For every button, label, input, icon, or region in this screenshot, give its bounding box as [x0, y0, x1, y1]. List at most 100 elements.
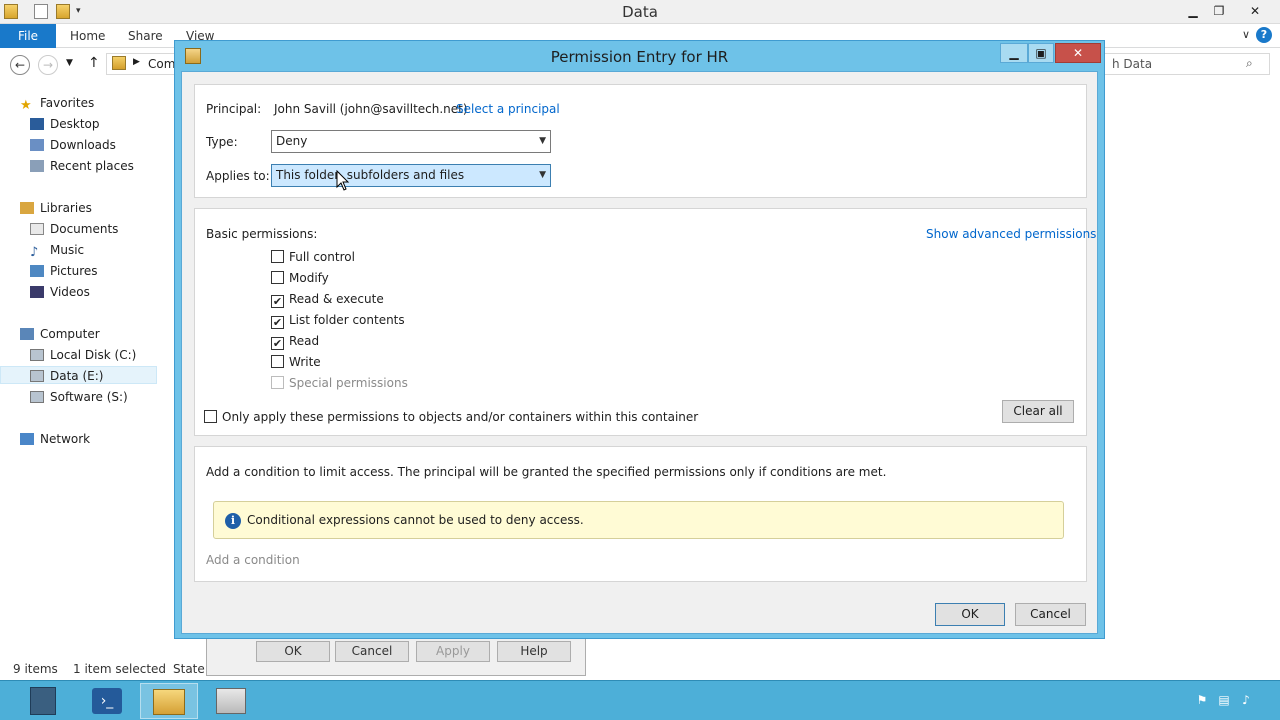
permission-checkbox — [271, 376, 284, 389]
nav-favorites[interactable]: ★ Favorites — [20, 94, 95, 113]
nav-local-disk[interactable]: Local Disk (C:) — [30, 346, 136, 364]
permission-row[interactable]: ✔ List folder contents — [271, 312, 405, 329]
action-center-icon[interactable]: ⚑ — [1194, 693, 1210, 709]
videos-icon — [30, 286, 44, 298]
permission-row[interactable]: Write — [271, 354, 321, 370]
nav-desktop[interactable]: Desktop — [30, 115, 100, 133]
dialog-maximize-button[interactable]: ▣ — [1028, 43, 1054, 63]
properties-window-icon — [216, 688, 246, 714]
show-advanced-permissions-link[interactable]: Show advanced permissions — [926, 227, 1096, 241]
permission-label: Read — [289, 334, 320, 348]
info-icon: i — [225, 513, 241, 529]
basic-permissions-label: Basic permissions: — [206, 227, 318, 241]
network-status-icon[interactable]: ▤ — [1216, 693, 1232, 709]
type-select[interactable]: Deny ▼ — [271, 130, 551, 153]
nav-software-drive[interactable]: Software (S:) — [30, 388, 128, 406]
permission-label: Full control — [289, 250, 355, 264]
nav-videos[interactable]: Videos — [30, 283, 90, 301]
nav-documents[interactable]: Documents — [30, 220, 118, 238]
permission-row[interactable]: ✔ Read & execute — [271, 291, 384, 308]
selection-count: 1 item selected — [73, 662, 167, 676]
dialog-minimize-button[interactable]: ▁ — [1000, 43, 1028, 63]
nav-label: Favorites — [40, 96, 95, 110]
permission-checkbox[interactable]: ✔ — [271, 316, 284, 329]
folder-properties-taskbar-button[interactable] — [202, 683, 260, 719]
nav-label: Libraries — [40, 201, 92, 215]
volume-icon[interactable]: ♪ — [1238, 693, 1254, 709]
drive-icon — [30, 370, 44, 382]
up-button[interactable]: ↑ — [88, 55, 100, 71]
permission-checkbox[interactable] — [271, 250, 284, 263]
permission-row[interactable]: Full control — [271, 249, 355, 265]
minimize-button[interactable]: ▁ — [1180, 2, 1206, 20]
chevron-down-icon: ▼ — [539, 136, 546, 146]
back-button[interactable]: ← — [10, 55, 30, 75]
taskbar: ›_ ⚑ ▤ ♪ — [0, 680, 1280, 720]
nav-computer[interactable]: Computer — [20, 325, 100, 343]
nav-data-drive[interactable]: Data (E:) — [0, 366, 157, 384]
music-icon: ♪ — [30, 245, 39, 260]
dialog-title: Permission Entry for HR — [550, 48, 729, 66]
bg-help-button[interactable]: Help — [497, 641, 571, 662]
permission-entry-dialog: Permission Entry for HR ▁ ▣ ✕ Principal:… — [174, 40, 1105, 639]
select-principal-link[interactable]: Select a principal — [456, 102, 560, 116]
help-icon[interactable]: ? — [1256, 27, 1272, 43]
tab-file[interactable]: File — [0, 24, 56, 48]
bg-ok-button[interactable]: OK — [256, 641, 330, 662]
nav-downloads[interactable]: Downloads — [30, 136, 116, 154]
chevron-right-icon[interactable]: ▶ — [133, 57, 140, 67]
close-button[interactable]: ✕ — [1242, 2, 1268, 20]
dialog-titlebar[interactable]: Permission Entry for HR ▁ ▣ ✕ — [175, 41, 1104, 71]
nav-label: Computer — [40, 327, 100, 341]
permission-checkbox[interactable]: ✔ — [271, 295, 284, 308]
permission-label: Read & execute — [289, 292, 384, 306]
nav-pictures[interactable]: Pictures — [30, 262, 98, 280]
add-condition-link[interactable]: Add a condition — [206, 553, 300, 567]
forward-button[interactable]: → — [38, 55, 58, 75]
bg-apply-button[interactable]: Apply — [416, 641, 490, 662]
recent-locations-icon[interactable]: ▼ — [66, 58, 73, 68]
info-message-bar: i Conditional expressions cannot be used… — [213, 501, 1064, 539]
ok-button[interactable]: OK — [935, 603, 1005, 626]
nav-music[interactable]: ♪ Music — [30, 241, 84, 260]
drive-icon — [30, 349, 44, 361]
clear-all-button[interactable]: Clear all — [1002, 400, 1074, 423]
permissions-group: Basic permissions: Show advanced permiss… — [194, 208, 1096, 436]
permission-row[interactable]: Modify — [271, 270, 329, 286]
restore-button[interactable]: ❐ — [1206, 2, 1232, 20]
permission-checkbox[interactable]: ✔ — [271, 337, 284, 350]
tab-home[interactable]: Home — [70, 29, 105, 43]
nav-network[interactable]: Network — [20, 430, 90, 448]
nav-recent-places[interactable]: Recent places — [30, 157, 134, 175]
cancel-button[interactable]: Cancel — [1015, 603, 1086, 626]
applies-to-label: Applies to: — [206, 169, 270, 183]
address-text[interactable]: Com — [148, 57, 175, 71]
state-label: State: — [173, 662, 209, 676]
powershell-taskbar-button[interactable]: ›_ — [78, 683, 136, 719]
permission-checkbox[interactable] — [271, 355, 284, 368]
permission-label: Special permissions — [289, 376, 408, 390]
permission-checkbox[interactable] — [271, 271, 284, 284]
nav-label: Local Disk (C:) — [50, 348, 137, 362]
nav-libraries[interactable]: Libraries — [20, 199, 92, 217]
expand-ribbon-icon[interactable]: ∨ — [1242, 28, 1250, 41]
navigation-pane: ★ Favorites Desktop Downloads Recent plac… — [0, 88, 160, 658]
libraries-icon — [20, 202, 34, 214]
powershell-icon: ›_ — [92, 688, 122, 714]
server-manager-taskbar-button[interactable] — [14, 683, 72, 719]
dialog-close-button[interactable]: ✕ — [1055, 43, 1101, 63]
applies-to-select[interactable]: This folder, subfolders and files ▼ — [271, 164, 551, 187]
star-icon: ★ — [20, 98, 32, 113]
permission-label: Modify — [289, 271, 329, 285]
search-icon[interactable]: ⌕ — [1246, 56, 1253, 71]
folder-icon — [112, 56, 126, 70]
status-bar: 9 items 1 item selected State: — [0, 658, 240, 680]
search-placeholder: h Data — [1112, 57, 1153, 71]
only-apply-checkbox-row[interactable]: Only apply these permissions to objects … — [204, 409, 698, 425]
file-explorer-taskbar-button[interactable] — [140, 683, 198, 719]
info-message-text: Conditional expressions cannot be used t… — [247, 513, 584, 527]
bg-cancel-button[interactable]: Cancel — [335, 641, 409, 662]
only-apply-checkbox[interactable] — [204, 410, 217, 423]
permission-row[interactable]: ✔ Read — [271, 333, 320, 350]
tab-share[interactable]: Share — [128, 29, 163, 43]
